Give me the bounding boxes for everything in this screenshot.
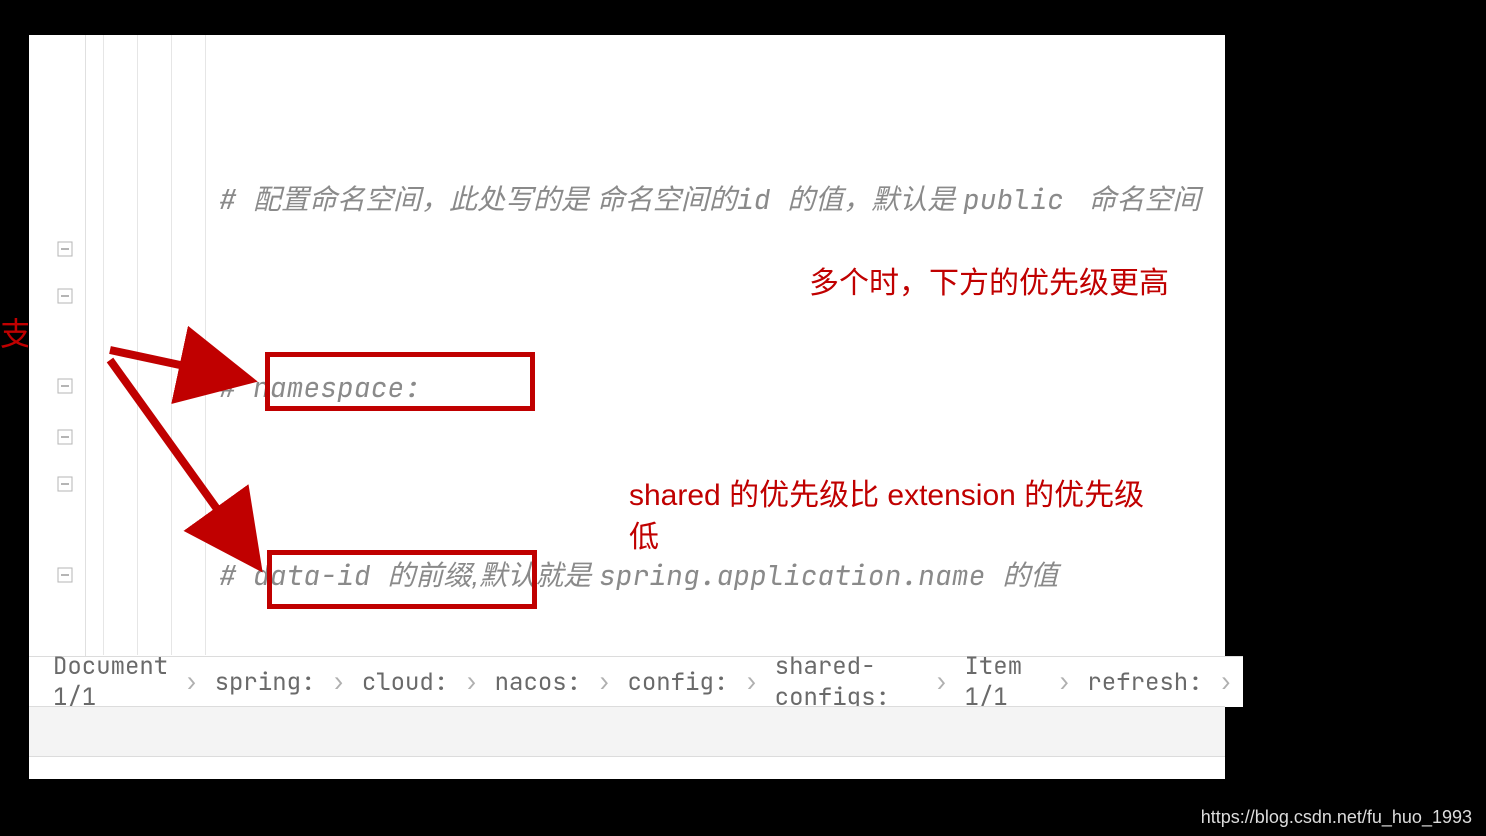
screenshot-root: 支持刷新 [0, 0, 1486, 836]
code-line: # data-id 的前缀,默认就是 spring.application.na… [85, 552, 1225, 599]
annotation-priority-hint: 多个时，下方的优先级更高 [809, 263, 1169, 305]
fold-marker-icon[interactable] [57, 288, 77, 308]
code-line: # 配置命名空间，此处写的是 命名空间的id 的值，默认是 public 命名空… [85, 176, 1225, 223]
breadcrumb-item[interactable]: spring: [215, 667, 316, 698]
fold-marker-icon[interactable] [57, 476, 77, 496]
fold-marker-icon[interactable] [57, 429, 77, 449]
fold-end-marker-icon[interactable] [57, 567, 77, 587]
annotation-shared-hint: shared 的优先级比 extension 的优先级低 [629, 475, 1169, 559]
breadcrumb-item[interactable]: shared-configs: [775, 651, 918, 713]
bottom-strip [29, 756, 1225, 779]
annotation-box-refresh-1 [265, 352, 535, 411]
annotation-box-refresh-2 [267, 550, 537, 609]
breadcrumb-item[interactable]: cloud: [362, 667, 448, 698]
chevron-right-icon: › [934, 667, 948, 698]
fold-end-marker-icon[interactable] [57, 378, 77, 398]
breadcrumb[interactable]: Document 1/1› spring:› cloud:› nacos:› c… [29, 656, 1243, 707]
chevron-right-icon: › [1219, 667, 1233, 698]
breadcrumb-item[interactable]: config: [627, 667, 728, 698]
chevron-right-icon: › [597, 667, 611, 698]
watermark: https://blog.csdn.net/fu_huo_1993 [1201, 807, 1472, 828]
status-strip [29, 706, 1225, 757]
code-line: # namespace: [85, 364, 1225, 411]
code-editor[interactable]: # 配置命名空间，此处写的是 命名空间的id 的值，默认是 public 命名空… [28, 34, 1226, 780]
breadcrumb-item[interactable]: refresh: [1087, 667, 1202, 698]
fold-marker-icon[interactable] [57, 241, 77, 261]
chevron-right-icon: › [744, 667, 758, 698]
chevron-right-icon: › [184, 667, 198, 698]
breadcrumb-item[interactable]: nacos: [495, 667, 581, 698]
breadcrumb-item[interactable]: Item 1/1 [965, 651, 1041, 713]
breadcrumb-item[interactable]: Document 1/1 [53, 651, 168, 713]
chevron-right-icon: › [331, 667, 345, 698]
chevron-right-icon: › [1057, 667, 1071, 698]
chevron-right-icon: › [464, 667, 478, 698]
